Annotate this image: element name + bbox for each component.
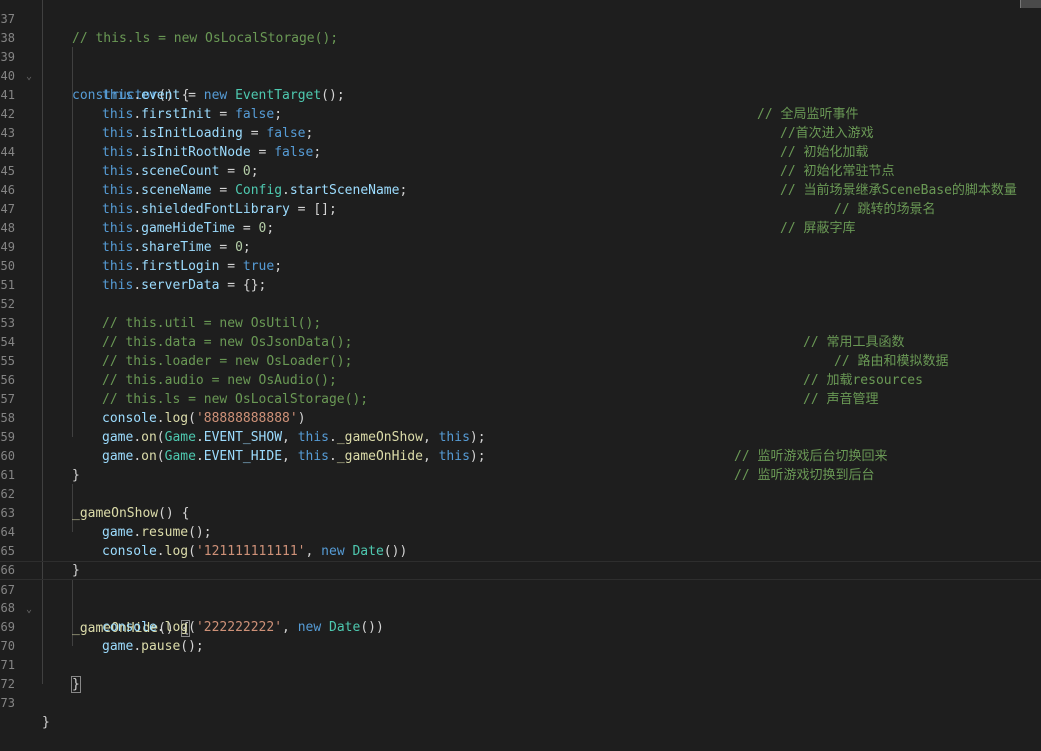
code-line[interactable]: 69 game.pause(); (0, 599, 1041, 654)
code-line[interactable]: 53 // this.data = new OsJsonData(); // 路… (0, 295, 1041, 369)
code-line[interactable]: 72 (0, 656, 1041, 691)
code-line[interactable]: 68 console.log('222222222', new Date()) (0, 580, 1041, 635)
code-line[interactable]: 49 this.firstLogin = true; (0, 219, 1041, 274)
code-line[interactable]: 38 (0, 10, 1041, 45)
code-line[interactable]: 54 // this.loader = new OsLoader(); // 加… (0, 314, 1041, 388)
code-line[interactable]: 61 (0, 447, 1041, 482)
code-line-current[interactable]: 67 ⌄ _gameOnHide() { (0, 561, 1041, 637)
code-line[interactable]: 62 _gameOnShow() { (0, 466, 1041, 521)
code-line[interactable]: 64 console.log('121111111111', new Date(… (0, 504, 1041, 559)
code-line[interactable]: 42 this.isInitLoading = false; // 初始化加载 (0, 86, 1041, 160)
code-line[interactable]: 39 ⌄ constructor() { (0, 29, 1041, 103)
code-line[interactable]: 45 this.sceneName = Config.startSceneNam… (0, 143, 1041, 217)
code-line[interactable]: 43 this.isInitRootNode = false; // 初始化常驻… (0, 105, 1041, 179)
line-number: 73 (0, 696, 15, 710)
code-editor[interactable]: 37 // this.ls = new OsLocalStorage(); 38… (0, 0, 1041, 730)
code-line[interactable]: 63 game.resume(); (0, 485, 1041, 540)
code-line[interactable]: 46 this.shieldedFontLibrary = []; // 屏蔽字… (0, 162, 1041, 236)
code-line[interactable]: 41 this.firstInit = false; //首次进入游戏 (0, 67, 1041, 141)
code-line[interactable]: 58 game.on(Game.EVENT_SHOW, this._gameOn… (0, 390, 1041, 464)
code-line[interactable]: 73 } (0, 675, 1041, 730)
code-line[interactable]: 51 (0, 257, 1041, 292)
code-line[interactable]: 66 (0, 542, 1041, 577)
code-line[interactable]: 56 // this.ls = new OsLocalStorage(); (0, 352, 1041, 407)
code-line[interactable]: 40 this.event = new EventTarget(); // 全局… (0, 48, 1041, 122)
code-line[interactable]: 60 } (0, 428, 1041, 483)
code-line[interactable]: 48 this.shareTime = 0; (0, 200, 1041, 255)
code-line[interactable]: 44 this.sceneCount = 0; // 当前场景继承SceneBa… (0, 124, 1041, 198)
code-line[interactable]: 47 this.gameHideTime = 0; (0, 181, 1041, 236)
code-line[interactable]: 50 this.serverData = {}; (0, 238, 1041, 293)
code-line[interactable]: 71 } (0, 637, 1041, 693)
code-line[interactable]: 52 // this.util = new OsUtil(); // 常用工具函… (0, 276, 1041, 350)
code-line[interactable]: 65 } (0, 523, 1041, 578)
code-line[interactable]: 59 game.on(Game.EVENT_HIDE, this._gameOn… (0, 409, 1041, 483)
code-line[interactable]: 37 // this.ls = new OsLocalStorage(); (0, 0, 1041, 46)
code-line[interactable]: 57 console.log('88888888888') (0, 371, 1041, 426)
code-line[interactable]: 55 // this.audio = new OsAudio(); // 声音管… (0, 333, 1041, 407)
code-line[interactable]: 70 (0, 618, 1041, 653)
